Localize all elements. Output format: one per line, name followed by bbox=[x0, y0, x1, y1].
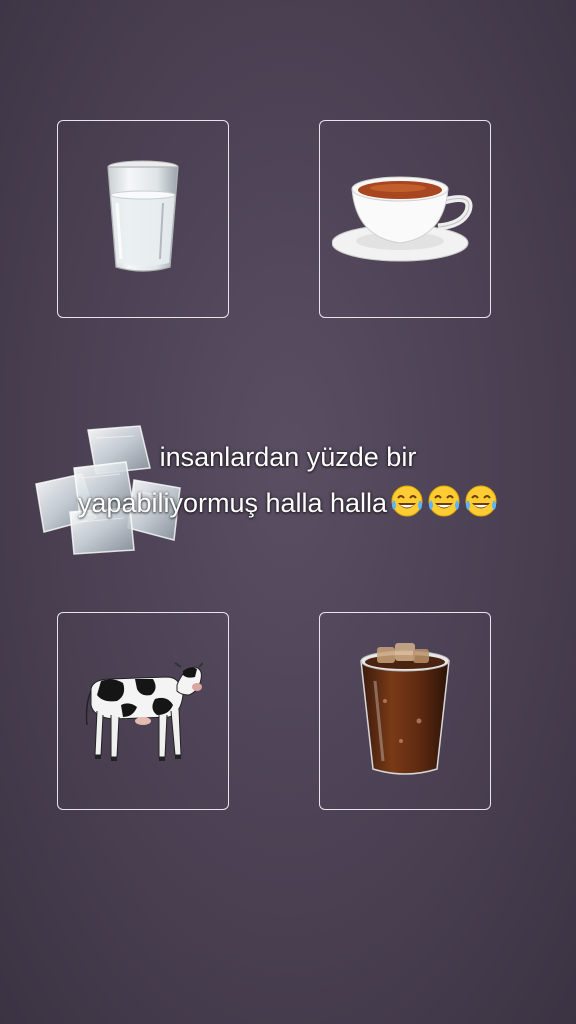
water-glass-icon bbox=[107, 160, 179, 272]
laughing-tears-emoji-icon bbox=[427, 484, 461, 518]
caption-line-2: yapabiliyormuş halla halla bbox=[0, 480, 576, 526]
caption: insanlardan yüzde bir yapabiliyormuş hal… bbox=[0, 434, 576, 526]
tea-cup-card[interactable] bbox=[319, 120, 491, 318]
laughing-tears-emoji-icon bbox=[464, 484, 498, 518]
tea-cup-icon bbox=[332, 176, 473, 262]
caption-line-2-text: yapabiliyormuş halla halla bbox=[77, 488, 388, 518]
iced-cola-card[interactable] bbox=[319, 612, 491, 810]
laughing-tears-emoji-icon bbox=[390, 484, 424, 518]
cow-card[interactable] bbox=[57, 612, 229, 810]
iced-cola-icon bbox=[360, 643, 450, 775]
cow-icon bbox=[85, 662, 203, 761]
caption-line-1: insanlardan yüzde bir bbox=[159, 442, 417, 472]
water-glass-card[interactable] bbox=[57, 120, 229, 318]
